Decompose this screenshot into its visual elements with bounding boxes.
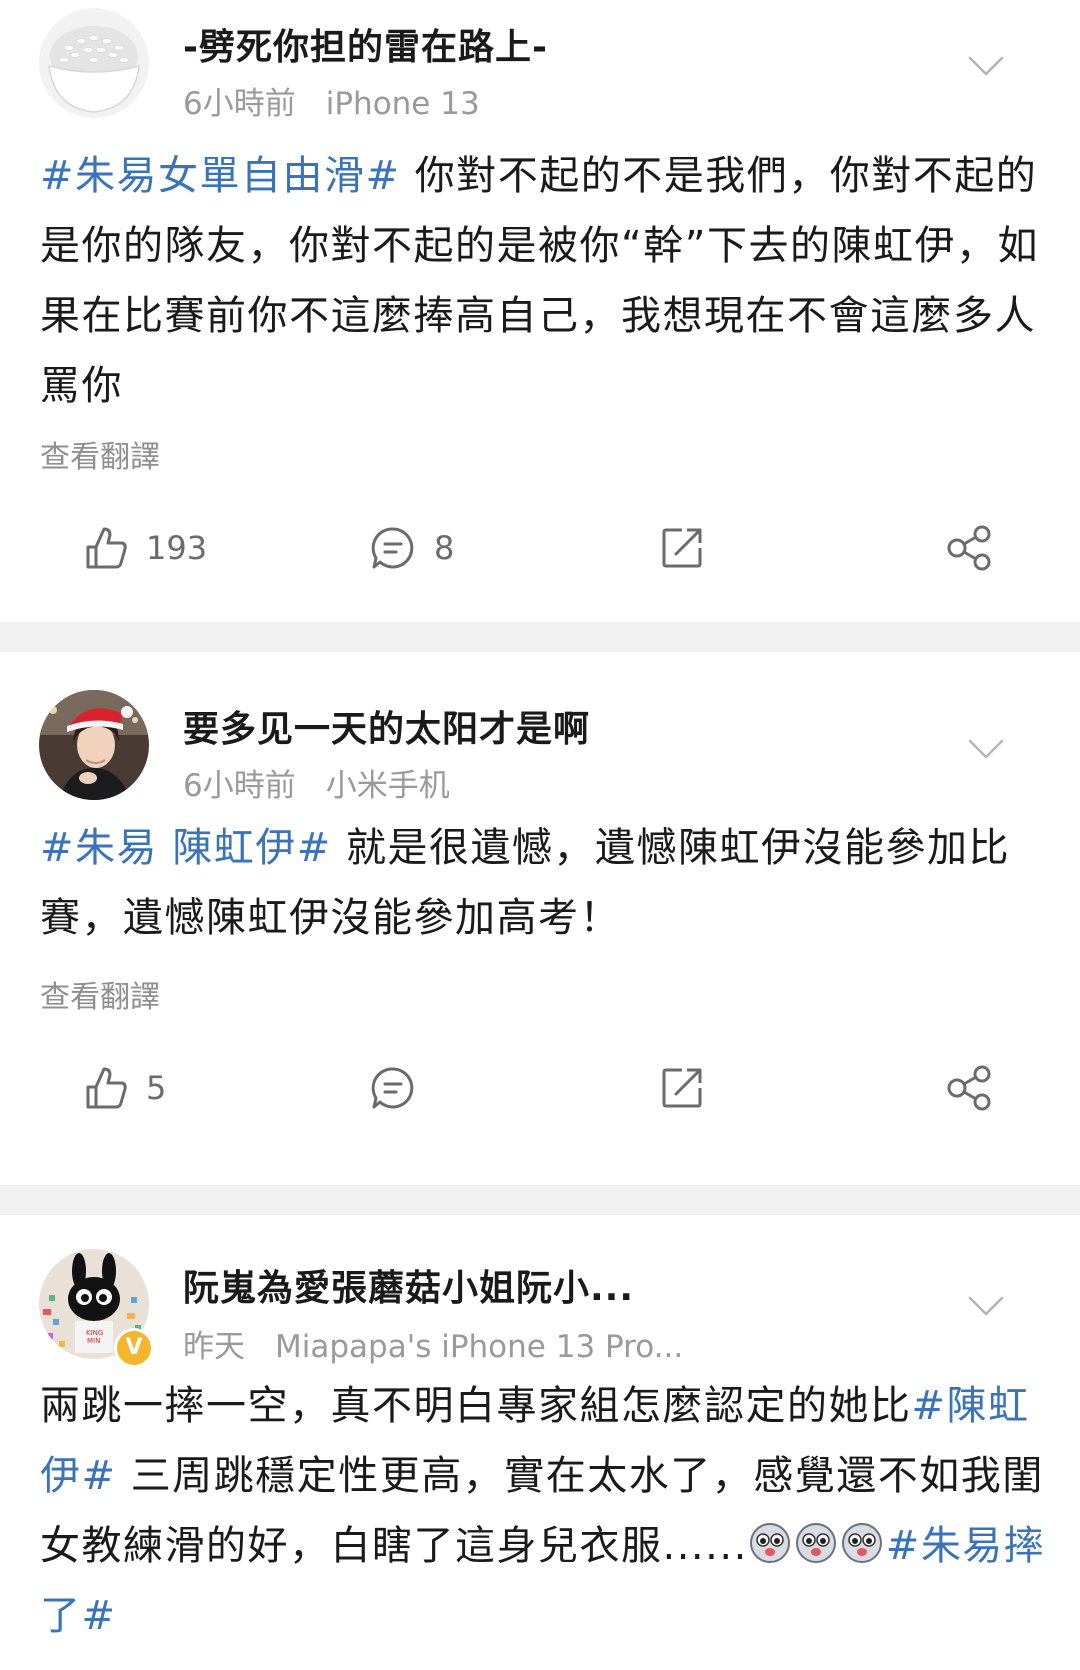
post-text: #朱易女單自由滑# 你對不起的不是我們，你對不起的是你的隊友，你對不起的是被你“… — [40, 141, 1050, 421]
comment-icon — [371, 527, 414, 569]
username[interactable]: -劈死你担的雷在路上- — [183, 18, 548, 70]
comment-button[interactable]: 8 — [370, 518, 454, 578]
avatar[interactable] — [39, 8, 149, 118]
comment-button[interactable] — [370, 1058, 416, 1118]
post-time: 6小時前 — [183, 86, 296, 122]
verified-badge-icon: V — [114, 1328, 154, 1368]
chevron-down-icon[interactable] — [968, 738, 1004, 760]
action-bar: 193 8 — [0, 518, 1080, 578]
comment-count: 8 — [434, 529, 455, 567]
share-button[interactable] — [945, 1058, 993, 1118]
chevron-down-icon[interactable] — [968, 1295, 1004, 1317]
like-button[interactable]: 5 — [84, 1058, 166, 1118]
svg-text:KING: KING — [86, 1329, 103, 1337]
post-meta: 6小時前 小米手机 — [183, 760, 450, 805]
username[interactable]: 要多见一天的太阳才是啊 — [183, 700, 590, 752]
share-icon — [947, 525, 991, 571]
repost-button[interactable] — [660, 1058, 704, 1118]
post-meta: 昨天 Miapapa's iPhone 13 Pro... — [183, 1321, 683, 1366]
thumbs-up-icon — [86, 1067, 127, 1109]
post-card: KING MIN V 阮嵬為愛張蘑菇小姐阮小... 昨天 Miapapa's iP… — [0, 1215, 1080, 1670]
like-count: 5 — [146, 1069, 167, 1107]
dog-face-emoji-icon — [841, 1523, 882, 1563]
username[interactable]: 阮嵬為愛張蘑菇小姐阮小... — [183, 1259, 634, 1311]
hashtag-link[interactable]: #朱易 陳虹伊# — [40, 825, 332, 871]
repost-icon — [662, 1068, 702, 1108]
dog-face-emoji-group — [748, 1523, 886, 1569]
post-device: 小米手机 — [325, 768, 450, 804]
post-device: iPhone 13 — [325, 86, 480, 122]
comment-icon — [371, 1067, 414, 1109]
repost-icon — [662, 528, 702, 568]
hashtag-link[interactable]: #朱易女單自由滑# — [40, 153, 401, 199]
action-bar: 5 — [0, 1058, 1080, 1118]
post-device: Miapapa's iPhone 13 Pro... — [275, 1329, 684, 1365]
view-translation-link[interactable]: 查看翻譯 — [40, 972, 160, 1016]
avatar[interactable] — [39, 690, 149, 800]
post-meta: 6小時前 iPhone 13 — [183, 78, 480, 123]
post-time: 昨天 — [183, 1329, 245, 1365]
rice-bowl-icon — [39, 8, 149, 118]
chevron-down-icon[interactable] — [968, 55, 1004, 77]
share-icon — [947, 1065, 991, 1111]
post-card: -劈死你担的雷在路上- 6小時前 iPhone 13 #朱易女單自由滑# 你對不起… — [0, 0, 1080, 622]
repost-button[interactable] — [660, 518, 704, 578]
thumbs-up-icon — [86, 527, 127, 569]
post-body-text: 兩跳一摔一空，真不明白專家組怎麼認定的她比 — [40, 1383, 912, 1429]
user-photo-icon — [39, 690, 149, 800]
post-time: 6小時前 — [183, 768, 296, 804]
post-card: 要多见一天的太阳才是啊 6小時前 小米手机 #朱易 陳虹伊# 就是很遺憾，遺憾陳虹… — [0, 652, 1080, 1185]
like-button[interactable]: 193 — [84, 518, 207, 578]
feed-divider — [0, 622, 1080, 652]
post-text: 兩跳一摔一空，真不明白專家組怎麼認定的她比#陳虹伊# 三周跳穩定性更高，實在太水… — [40, 1371, 1050, 1651]
dog-face-emoji-icon — [749, 1523, 790, 1563]
share-button[interactable] — [945, 518, 993, 578]
like-count: 193 — [146, 529, 208, 567]
post-text: #朱易 陳虹伊# 就是很遺憾，遺憾陳虹伊沒能參加比賽，遺憾陳虹伊沒能參加高考！ — [40, 813, 1050, 953]
view-translation-link[interactable]: 查看翻譯 — [40, 432, 160, 476]
dog-face-emoji-icon — [795, 1523, 836, 1563]
svg-text:MIN: MIN — [87, 1337, 100, 1345]
feed-divider — [0, 1185, 1080, 1215]
